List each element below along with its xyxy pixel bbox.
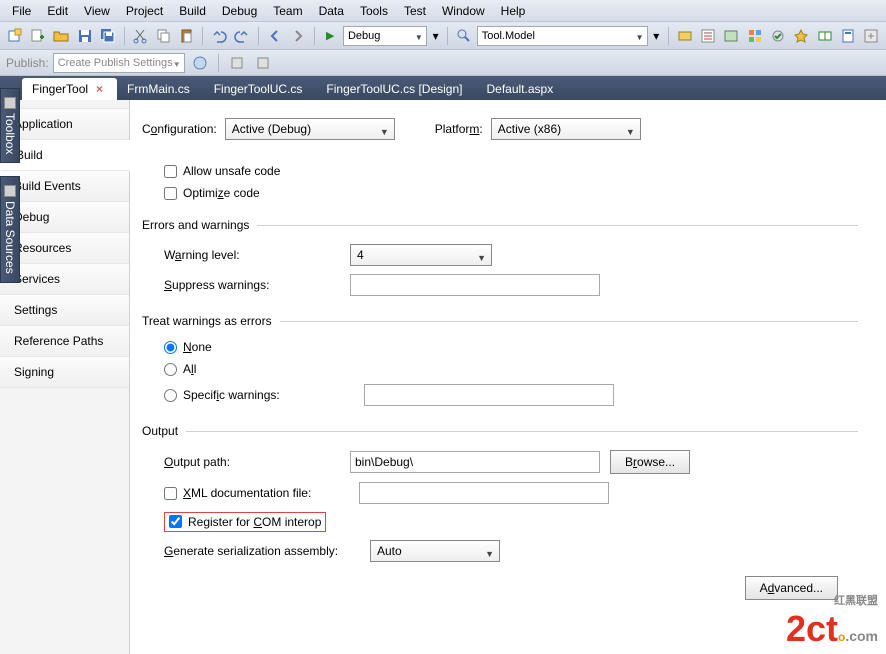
ext7-icon[interactable]	[814, 25, 835, 47]
tab-default-aspx[interactable]: Default.aspx	[476, 78, 567, 100]
treat-none-radio[interactable]	[164, 341, 177, 354]
ext4-icon[interactable]	[744, 25, 765, 47]
xml-doc-label: XML documentation file:	[183, 486, 353, 500]
treat-none-label: None	[183, 340, 212, 354]
publish-ext2-icon[interactable]	[252, 52, 274, 74]
cut-icon[interactable]	[130, 25, 151, 47]
treat-specific-radio[interactable]	[164, 389, 177, 402]
register-com-highlight: Register for COM interop	[164, 512, 326, 532]
nav-fwd-icon[interactable]	[287, 25, 308, 47]
menu-tools[interactable]: Tools	[352, 2, 396, 20]
platform-dropdown-icon[interactable]: ▾	[650, 25, 664, 47]
nav-settings[interactable]: Settings	[0, 295, 129, 326]
new-project-icon[interactable]	[4, 25, 25, 47]
config-dropdown-icon[interactable]: ▾	[429, 25, 443, 47]
output-header: Output	[142, 424, 178, 438]
toolbox-icon	[4, 97, 16, 109]
save-icon[interactable]	[74, 25, 95, 47]
platform-combo-build[interactable]: Active (x86)	[491, 118, 641, 140]
ext1-icon[interactable]	[674, 25, 695, 47]
treat-all-label: All	[183, 362, 196, 376]
menu-edit[interactable]: Edit	[39, 2, 76, 20]
menu-view[interactable]: View	[76, 2, 118, 20]
publish-btn-icon[interactable]	[189, 52, 211, 74]
warning-level-combo[interactable]: 4	[350, 244, 492, 266]
ext8-icon[interactable]	[837, 25, 858, 47]
ext6-icon[interactable]	[791, 25, 812, 47]
optimize-checkbox[interactable]	[164, 187, 177, 200]
menu-build[interactable]: Build	[171, 2, 214, 20]
tab-fingertool[interactable]: FingerTool×	[22, 78, 117, 100]
suppress-warnings-label: Suppress warnings:	[164, 278, 340, 292]
gen-serial-combo[interactable]: Auto	[370, 540, 500, 562]
nav-signing[interactable]: Signing	[0, 357, 129, 388]
config-combo[interactable]: Debug	[343, 26, 427, 46]
publish-combo[interactable]: Create Publish Settings	[53, 53, 185, 73]
menu-test[interactable]: Test	[396, 2, 434, 20]
publish-label: Publish:	[6, 56, 49, 70]
browse-button[interactable]: Browse...	[610, 450, 690, 474]
menu-project[interactable]: Project	[118, 2, 171, 20]
menu-data[interactable]: Data	[311, 2, 352, 20]
ext5-icon[interactable]	[767, 25, 788, 47]
menu-file[interactable]: File	[4, 2, 39, 20]
menu-window[interactable]: Window	[434, 2, 493, 20]
menu-team[interactable]: Team	[265, 2, 310, 20]
gen-serial-label: Generate serialization assembly:	[164, 544, 360, 558]
ext2-icon[interactable]	[697, 25, 718, 47]
tab-fingertooluc[interactable]: FingerToolUC.cs	[204, 78, 317, 100]
errors-warnings-header: Errors and warnings	[142, 218, 249, 232]
xml-doc-input[interactable]	[359, 482, 609, 504]
find-icon[interactable]	[453, 25, 474, 47]
register-com-checkbox[interactable]	[169, 515, 182, 528]
allow-unsafe-label: Allow unsafe code	[183, 164, 280, 178]
save-all-icon[interactable]	[97, 25, 118, 47]
warning-level-label: Warning level:	[164, 248, 340, 262]
optimize-label: Optimize code	[183, 186, 260, 200]
register-com-label: Register for COM interop	[188, 515, 321, 529]
open-icon[interactable]	[51, 25, 72, 47]
menu-help[interactable]: Help	[493, 2, 534, 20]
nav-back-icon[interactable]	[264, 25, 285, 47]
add-item-icon[interactable]	[27, 25, 48, 47]
main-toolbar: ▶ Debug ▾ Tool.Model ▾	[0, 22, 886, 50]
tab-fingertooluc-design[interactable]: FingerToolUC.cs [Design]	[316, 78, 476, 100]
configuration-label: Configuration:	[142, 122, 217, 136]
treat-warnings-header: Treat warnings as errors	[142, 314, 272, 328]
configuration-combo[interactable]: Active (Debug)	[225, 118, 395, 140]
specific-warnings-input[interactable]	[364, 384, 614, 406]
xml-doc-checkbox[interactable]	[164, 487, 177, 500]
paste-icon[interactable]	[176, 25, 197, 47]
platform-label: Platform:	[435, 122, 483, 136]
datasources-panel-tab[interactable]: Data Sources	[0, 176, 20, 283]
treat-specific-label: Specific warnings:	[183, 388, 280, 402]
ext3-icon[interactable]	[721, 25, 742, 47]
treat-all-radio[interactable]	[164, 363, 177, 376]
document-tabs: FingerTool× FrmMain.cs FingerToolUC.cs F…	[0, 76, 886, 100]
redo-icon[interactable]	[232, 25, 253, 47]
ext9-icon[interactable]	[861, 25, 882, 47]
build-page: Configuration: Active (Debug) Platform: …	[130, 100, 886, 654]
datasources-icon	[4, 185, 16, 197]
start-debug-icon[interactable]: ▶	[320, 25, 341, 47]
undo-icon[interactable]	[208, 25, 229, 47]
menu-debug[interactable]: Debug	[214, 2, 265, 20]
output-path-input[interactable]	[350, 451, 600, 473]
output-path-label: Output path:	[164, 455, 340, 469]
close-icon[interactable]: ×	[96, 82, 103, 96]
tab-frmmain[interactable]: FrmMain.cs	[117, 78, 204, 100]
copy-icon[interactable]	[153, 25, 174, 47]
suppress-warnings-input[interactable]	[350, 274, 600, 296]
platform-combo[interactable]: Tool.Model	[477, 26, 648, 46]
publish-ext1-icon[interactable]	[226, 52, 248, 74]
allow-unsafe-checkbox[interactable]	[164, 165, 177, 178]
toolbox-panel-tab[interactable]: Toolbox	[0, 88, 20, 163]
nav-reference-paths[interactable]: Reference Paths	[0, 326, 129, 357]
menu-bar: File Edit View Project Build Debug Team …	[0, 0, 886, 22]
watermark: 红黑联盟 2cto.com	[786, 598, 878, 650]
publish-toolbar: Publish: Create Publish Settings	[0, 50, 886, 76]
